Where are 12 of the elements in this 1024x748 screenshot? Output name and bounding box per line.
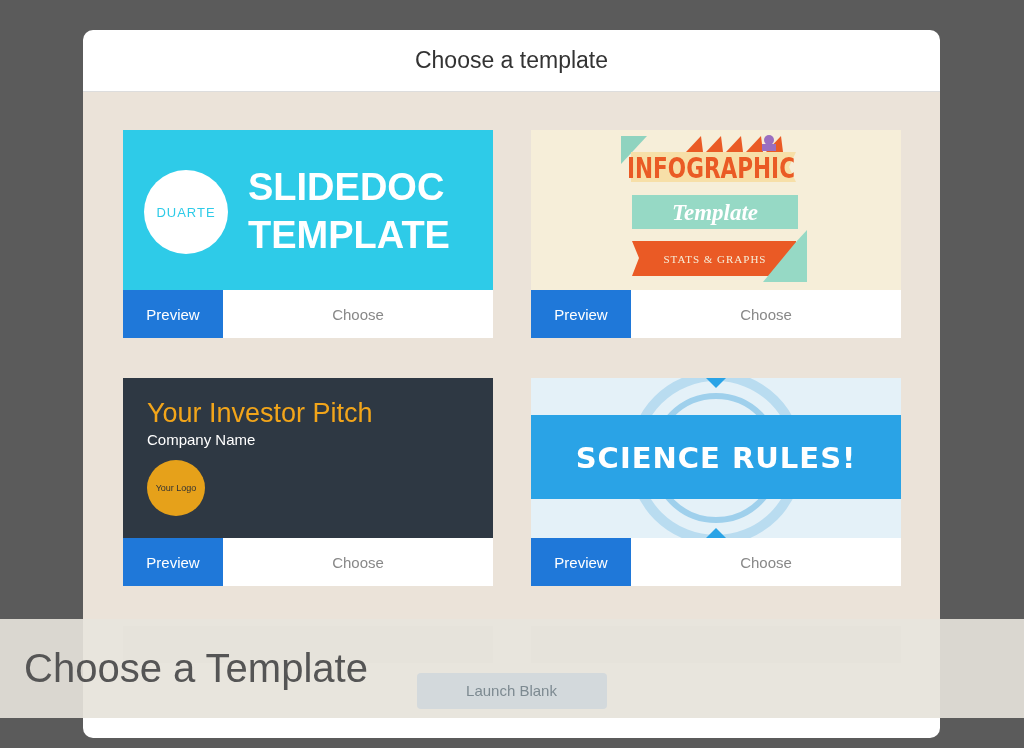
logo-text: Your Logo (155, 483, 197, 493)
thumbnail-headline: Your Investor Pitch (147, 400, 373, 427)
preview-button[interactable]: Preview (531, 290, 631, 338)
caption-text: Choose a Template (24, 646, 368, 691)
science-thumbnail: SCIENCE RULES! (531, 378, 901, 538)
infographic-thumbnail: INFOGRAPHIC Template STATS & GRAPHS (531, 130, 901, 290)
preview-button[interactable]: Preview (123, 538, 223, 586)
thumbnail-subtitle: Company Name (147, 431, 256, 448)
slidedoc-thumbnail: DUARTE SLIDEDOC TEMPLATE (123, 130, 493, 290)
dialog-title: Choose a template (414, 47, 609, 74)
preview-button[interactable]: Preview (531, 538, 631, 586)
preview-button[interactable]: Preview (123, 290, 223, 338)
